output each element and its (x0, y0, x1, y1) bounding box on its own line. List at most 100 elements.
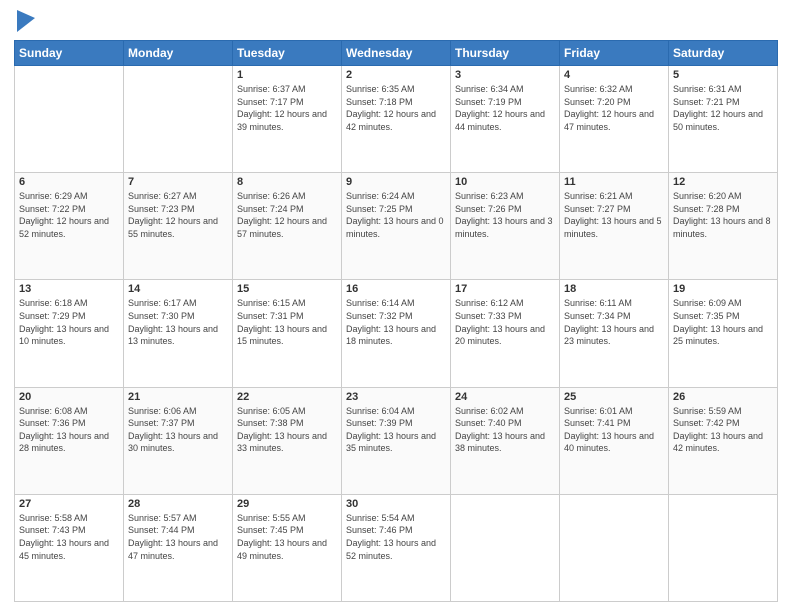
calendar-cell: 19 Sunrise: 6:09 AMSunset: 7:35 PMDayligh… (669, 280, 778, 387)
day-number: 27 (19, 498, 119, 510)
calendar-cell: 3 Sunrise: 6:34 AMSunset: 7:19 PMDaylight… (451, 66, 560, 173)
day-number: 17 (455, 283, 555, 295)
calendar-cell: 30 Sunrise: 5:54 AMSunset: 7:46 PMDayligh… (342, 494, 451, 601)
day-number: 20 (19, 391, 119, 403)
calendar-cell: 1Sunrise: 6:37 AMSunset: 7:17 PMDaylight… (233, 66, 342, 173)
day-number: 16 (346, 283, 446, 295)
day-info: Sunrise: 6:11 AMSunset: 7:34 PMDaylight:… (564, 297, 664, 347)
calendar-cell: 2Sunrise: 6:35 AMSunset: 7:18 PMDaylight… (342, 66, 451, 173)
day-info: Sunrise: 6:06 AMSunset: 7:37 PMDaylight:… (128, 405, 228, 455)
day-info: Sunrise: 6:34 AMSunset: 7:19 PMDaylight:… (455, 83, 555, 133)
calendar-cell: 6 Sunrise: 6:29 AMSunset: 7:22 PMDaylight… (15, 173, 124, 280)
calendar-cell: 28 Sunrise: 5:57 AMSunset: 7:44 PMDayligh… (124, 494, 233, 601)
calendar-cell (15, 66, 124, 173)
day-info: Sunrise: 6:18 AMSunset: 7:29 PMDaylight:… (19, 297, 119, 347)
day-info: Sunrise: 6:01 AMSunset: 7:41 PMDaylight:… (564, 405, 664, 455)
calendar-cell: 11 Sunrise: 6:21 AMSunset: 7:27 PMDayligh… (560, 173, 669, 280)
calendar-cell: 7 Sunrise: 6:27 AMSunset: 7:23 PMDaylight… (124, 173, 233, 280)
day-number: 5 (673, 69, 773, 81)
calendar-cell (124, 66, 233, 173)
day-info: Sunrise: 6:24 AMSunset: 7:25 PMDaylight:… (346, 190, 446, 240)
calendar-cell: 27 Sunrise: 5:58 AMSunset: 7:43 PMDayligh… (15, 494, 124, 601)
day-info: Sunrise: 6:27 AMSunset: 7:23 PMDaylight:… (128, 190, 228, 240)
day-info: Sunrise: 5:59 AMSunset: 7:42 PMDaylight:… (673, 405, 773, 455)
calendar-cell: 24 Sunrise: 6:02 AMSunset: 7:40 PMDayligh… (451, 387, 560, 494)
calendar-cell: 20 Sunrise: 6:08 AMSunset: 7:36 PMDayligh… (15, 387, 124, 494)
calendar-cell (451, 494, 560, 601)
day-info: Sunrise: 6:09 AMSunset: 7:35 PMDaylight:… (673, 297, 773, 347)
day-info: Sunrise: 5:54 AMSunset: 7:46 PMDaylight:… (346, 512, 446, 562)
day-info: Sunrise: 5:55 AMSunset: 7:45 PMDaylight:… (237, 512, 337, 562)
day-info: Sunrise: 6:12 AMSunset: 7:33 PMDaylight:… (455, 297, 555, 347)
day-number: 14 (128, 283, 228, 295)
day-info: Sunrise: 6:15 AMSunset: 7:31 PMDaylight:… (237, 297, 337, 347)
weekday-header-tuesday: Tuesday (233, 41, 342, 66)
calendar-cell: 26Sunrise: 5:59 AMSunset: 7:42 PMDayligh… (669, 387, 778, 494)
calendar-cell: 21 Sunrise: 6:06 AMSunset: 7:37 PMDayligh… (124, 387, 233, 494)
day-number: 23 (346, 391, 446, 403)
day-info: Sunrise: 6:29 AMSunset: 7:22 PMDaylight:… (19, 190, 119, 240)
day-info: Sunrise: 6:17 AMSunset: 7:30 PMDaylight:… (128, 297, 228, 347)
calendar-cell: 8 Sunrise: 6:26 AMSunset: 7:24 PMDaylight… (233, 173, 342, 280)
week-row-4: 20 Sunrise: 6:08 AMSunset: 7:36 PMDayligh… (15, 387, 778, 494)
day-number: 8 (237, 176, 337, 188)
calendar-cell (560, 494, 669, 601)
calendar-cell: 22Sunrise: 6:05 AMSunset: 7:38 PMDayligh… (233, 387, 342, 494)
day-info: Sunrise: 6:02 AMSunset: 7:40 PMDaylight:… (455, 405, 555, 455)
day-info: Sunrise: 6:08 AMSunset: 7:36 PMDaylight:… (19, 405, 119, 455)
day-info: Sunrise: 6:14 AMSunset: 7:32 PMDaylight:… (346, 297, 446, 347)
day-number: 13 (19, 283, 119, 295)
calendar-cell (669, 494, 778, 601)
calendar-cell: 23 Sunrise: 6:04 AMSunset: 7:39 PMDayligh… (342, 387, 451, 494)
calendar-cell: 25Sunrise: 6:01 AMSunset: 7:41 PMDayligh… (560, 387, 669, 494)
calendar-cell: 13 Sunrise: 6:18 AMSunset: 7:29 PMDayligh… (15, 280, 124, 387)
weekday-header-friday: Friday (560, 41, 669, 66)
day-info: Sunrise: 6:04 AMSunset: 7:39 PMDaylight:… (346, 405, 446, 455)
calendar-cell: 9 Sunrise: 6:24 AMSunset: 7:25 PMDaylight… (342, 173, 451, 280)
header (14, 10, 778, 32)
day-number: 15 (237, 283, 337, 295)
day-number: 29 (237, 498, 337, 510)
day-number: 21 (128, 391, 228, 403)
calendar-cell: 14 Sunrise: 6:17 AMSunset: 7:30 PMDayligh… (124, 280, 233, 387)
day-info: Sunrise: 6:37 AMSunset: 7:17 PMDaylight:… (237, 83, 337, 133)
calendar-cell: 16 Sunrise: 6:14 AMSunset: 7:32 PMDayligh… (342, 280, 451, 387)
weekday-header-sunday: Sunday (15, 41, 124, 66)
week-row-5: 27 Sunrise: 5:58 AMSunset: 7:43 PMDayligh… (15, 494, 778, 601)
day-number: 18 (564, 283, 664, 295)
day-info: Sunrise: 6:31 AMSunset: 7:21 PMDaylight:… (673, 83, 773, 133)
day-number: 24 (455, 391, 555, 403)
calendar-page: SundayMondayTuesdayWednesdayThursdayFrid… (0, 0, 792, 612)
day-info: Sunrise: 6:21 AMSunset: 7:27 PMDaylight:… (564, 190, 664, 240)
day-info: Sunrise: 5:58 AMSunset: 7:43 PMDaylight:… (19, 512, 119, 562)
day-number: 19 (673, 283, 773, 295)
day-info: Sunrise: 6:26 AMSunset: 7:24 PMDaylight:… (237, 190, 337, 240)
calendar-table: SundayMondayTuesdayWednesdayThursdayFrid… (14, 40, 778, 602)
week-row-3: 13 Sunrise: 6:18 AMSunset: 7:29 PMDayligh… (15, 280, 778, 387)
day-number: 11 (564, 176, 664, 188)
day-info: Sunrise: 6:32 AMSunset: 7:20 PMDaylight:… (564, 83, 664, 133)
day-info: Sunrise: 6:23 AMSunset: 7:26 PMDaylight:… (455, 190, 555, 240)
day-info: Sunrise: 5:57 AMSunset: 7:44 PMDaylight:… (128, 512, 228, 562)
day-number: 6 (19, 176, 119, 188)
day-info: Sunrise: 6:05 AMSunset: 7:38 PMDaylight:… (237, 405, 337, 455)
logo (14, 10, 35, 32)
day-number: 9 (346, 176, 446, 188)
week-row-1: 1Sunrise: 6:37 AMSunset: 7:17 PMDaylight… (15, 66, 778, 173)
weekday-header-saturday: Saturday (669, 41, 778, 66)
weekday-header-row: SundayMondayTuesdayWednesdayThursdayFrid… (15, 41, 778, 66)
calendar-cell: 4Sunrise: 6:32 AMSunset: 7:20 PMDaylight… (560, 66, 669, 173)
day-info: Sunrise: 6:35 AMSunset: 7:18 PMDaylight:… (346, 83, 446, 133)
logo-icon (17, 10, 35, 32)
weekday-header-wednesday: Wednesday (342, 41, 451, 66)
calendar-cell: 15 Sunrise: 6:15 AMSunset: 7:31 PMDayligh… (233, 280, 342, 387)
day-number: 12 (673, 176, 773, 188)
day-number: 28 (128, 498, 228, 510)
weekday-header-monday: Monday (124, 41, 233, 66)
calendar-cell: 10 Sunrise: 6:23 AMSunset: 7:26 PMDayligh… (451, 173, 560, 280)
day-number: 3 (455, 69, 555, 81)
day-number: 7 (128, 176, 228, 188)
week-row-2: 6 Sunrise: 6:29 AMSunset: 7:22 PMDaylight… (15, 173, 778, 280)
day-number: 30 (346, 498, 446, 510)
day-number: 10 (455, 176, 555, 188)
